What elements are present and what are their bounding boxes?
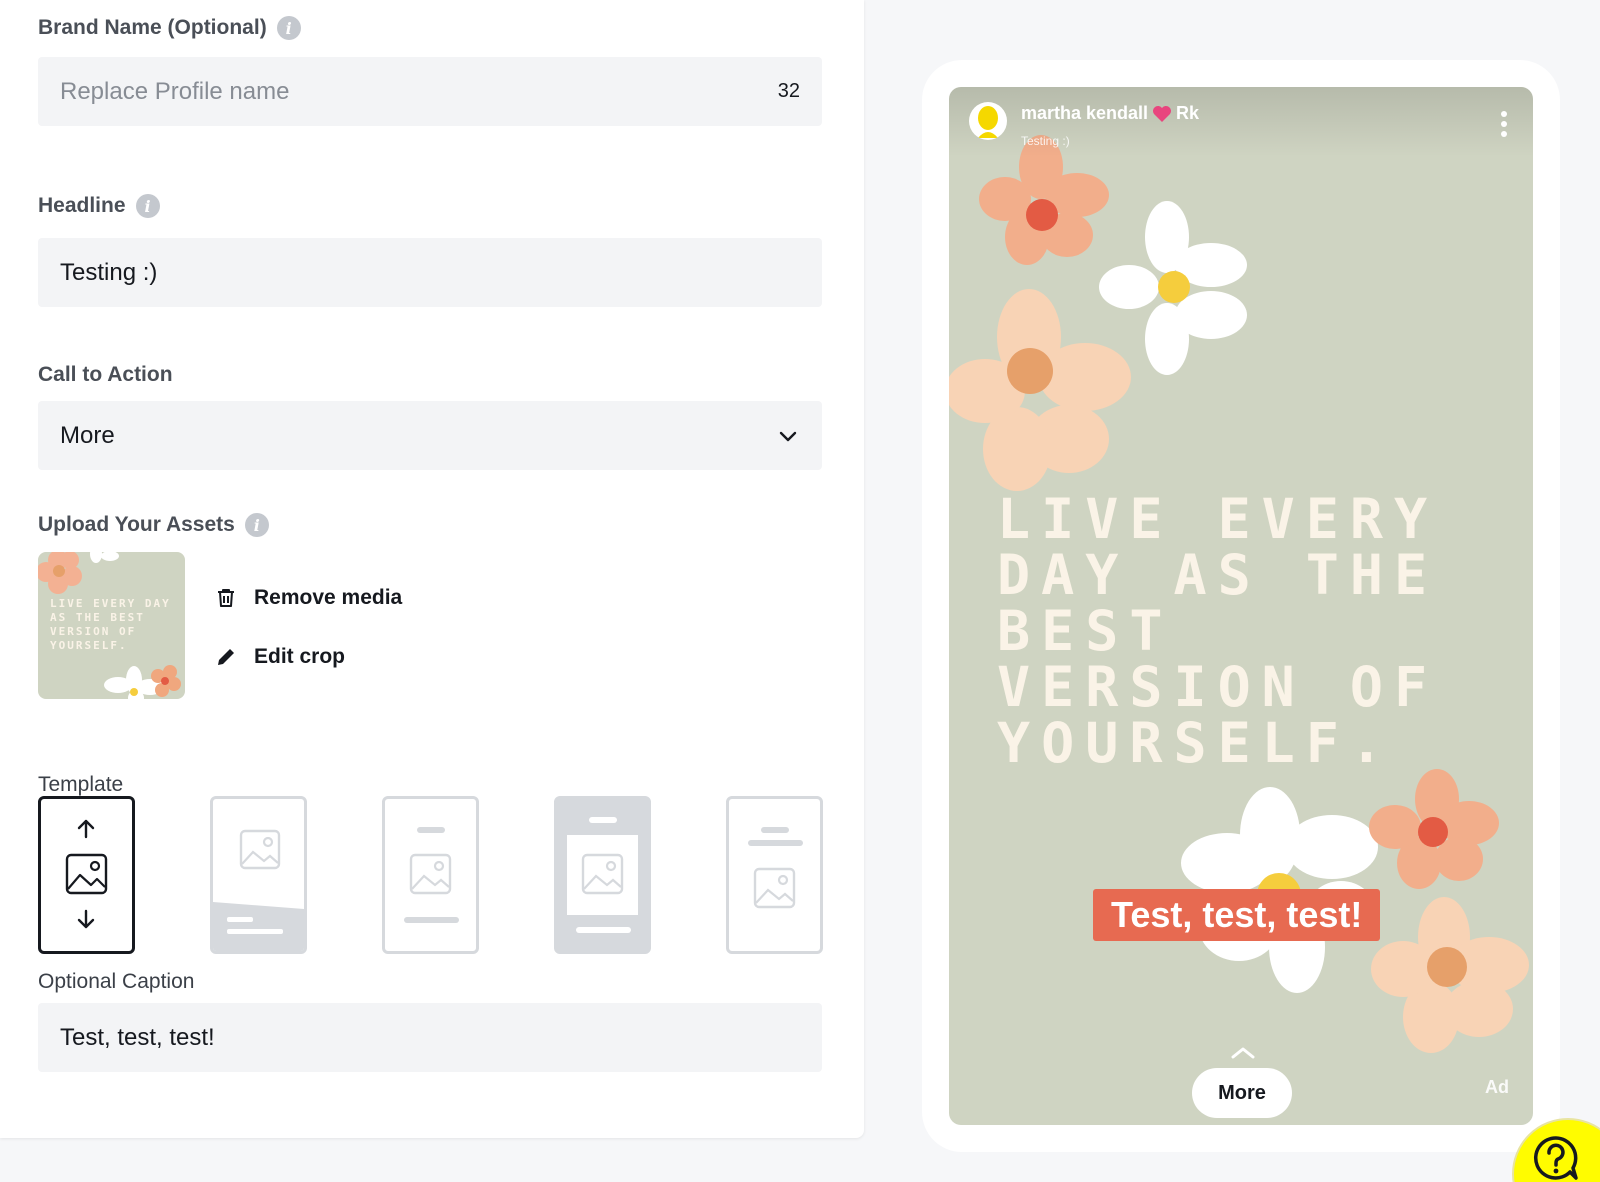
headline-label: Headline i — [38, 194, 160, 218]
story-headline: Testing :) — [1021, 134, 1070, 148]
headline-input[interactable] — [60, 258, 800, 287]
framed-template-icon — [567, 817, 638, 933]
caption-label: Optional Caption — [38, 970, 195, 993]
remove-media-button[interactable]: Remove media — [214, 586, 402, 610]
story-cta-button[interactable]: More — [1192, 1068, 1292, 1118]
trash-icon — [218, 589, 234, 607]
pencil-icon — [218, 649, 234, 665]
template-option-top-text[interactable] — [726, 796, 823, 954]
ad-badge: Ad — [1485, 1077, 1509, 1097]
story-caption: Test, test, test! — [1093, 889, 1381, 941]
template-option-bottom-bar[interactable] — [210, 796, 307, 954]
info-icon[interactable]: i — [276, 16, 301, 40]
heart-icon — [1153, 105, 1172, 122]
brand-name-input[interactable] — [60, 77, 766, 106]
story-quote-text: LIVE EVERY DAY AS THE BEST VERSION OF YO… — [997, 487, 1439, 775]
avatar[interactable] — [969, 102, 1007, 140]
brand-name-field[interactable]: 32 — [38, 57, 822, 126]
top-text-template-icon — [748, 827, 803, 909]
brand-name-label: Brand Name (Optional) i — [38, 16, 301, 40]
template-option-fullscreen[interactable] — [38, 796, 135, 954]
headline-field[interactable] — [38, 238, 822, 307]
info-icon[interactable]: i — [244, 513, 269, 537]
cta-label: Call to Action — [38, 363, 173, 386]
ad-form-panel: Brand Name (Optional) i 32 Headline i Ca… — [0, 0, 864, 1138]
character-counter: 32 — [777, 80, 800, 102]
template-label: Template — [38, 773, 124, 796]
template-option-framed[interactable] — [554, 796, 651, 954]
caption-input[interactable] — [60, 1023, 800, 1052]
help-chat-icon — [1533, 1136, 1578, 1180]
info-icon[interactable]: i — [135, 194, 160, 218]
edit-crop-button[interactable]: Edit crop — [214, 645, 345, 669]
fullscreen-template-icon — [65, 819, 108, 929]
thumbnail-quote: LIVE EVERY DAY AS THE BEST VERSION OF YO… — [50, 597, 171, 652]
bottom-bar-template-icon — [213, 829, 304, 951]
template-option-centered[interactable] — [382, 796, 479, 954]
cta-select[interactable]: More — [38, 401, 822, 470]
chevron-down-icon — [779, 431, 797, 441]
upload-assets-label: Upload Your Assets i — [38, 513, 269, 537]
asset-thumbnail[interactable]: LIVE EVERY DAY AS THE BEST VERSION OF YO… — [38, 552, 185, 699]
kebab-menu-icon[interactable] — [1497, 109, 1511, 139]
chevron-up-icon — [1231, 1047, 1255, 1059]
story-username: martha kendall Rk — [1021, 103, 1200, 123]
avatar-bitmoji-icon — [978, 106, 998, 138]
centered-template-icon — [404, 827, 459, 923]
cta-selected-value: More — [60, 421, 115, 449]
caption-field[interactable] — [38, 1003, 822, 1072]
story-preview: martha kendall Rk Testing :) LIVE EVERY … — [949, 87, 1533, 1125]
